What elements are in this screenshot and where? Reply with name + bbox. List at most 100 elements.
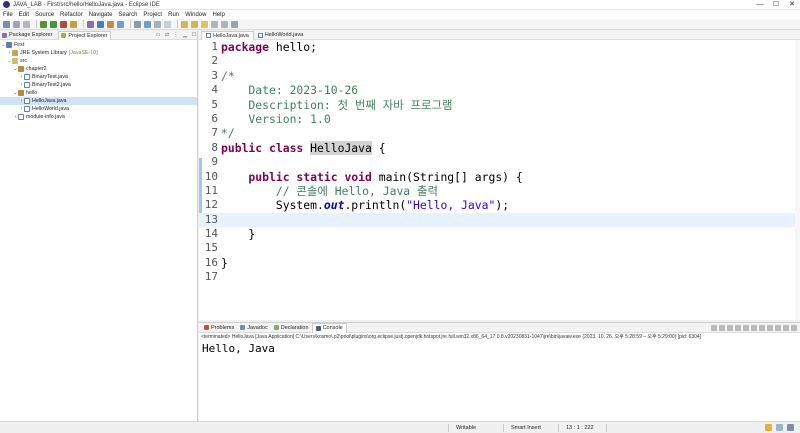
- status-insert-mode[interactable]: Smart Insert: [511, 425, 541, 431]
- maximize-view-icon[interactable]: ☐: [191, 32, 197, 38]
- show-whitespace-icon[interactable]: [164, 20, 171, 28]
- link-editor-icon[interactable]: ⇄: [164, 32, 170, 38]
- menu-search[interactable]: Search: [118, 12, 137, 18]
- tree-item-binarytest2[interactable]: › BinaryTest2.java: [0, 81, 197, 89]
- editor-scrollbar[interactable]: [795, 40, 800, 320]
- remove-launch-icon[interactable]: [719, 324, 725, 331]
- status-cursor-position[interactable]: 13 : 1 : 222: [566, 425, 594, 431]
- block-select-icon[interactable]: [154, 20, 161, 28]
- code-line: 5 Description: 첫 번째 자바 프로그램: [199, 98, 795, 112]
- scroll-lock-icon[interactable]: [743, 324, 749, 331]
- notifications-icon[interactable]: [776, 424, 783, 431]
- word-wrap-icon[interactable]: [751, 324, 757, 331]
- clear-console-icon[interactable]: [735, 324, 741, 331]
- code-line: 4 Date: 2023-10-26: [199, 83, 795, 97]
- run-icon[interactable]: [50, 20, 57, 28]
- maximize-view-icon[interactable]: [791, 324, 797, 331]
- java-file-icon: [24, 106, 30, 112]
- next-annotation-icon[interactable]: [181, 20, 188, 28]
- save-all-icon[interactable]: [23, 20, 30, 28]
- remove-all-icon[interactable]: [727, 324, 733, 331]
- menu-help[interactable]: Help: [212, 12, 224, 18]
- tab-label: HelloJava.java: [213, 32, 249, 39]
- window-controls: — ☐ ✕: [752, 0, 800, 10]
- editor-tab-helloworld[interactable]: HelloWorld.java: [254, 31, 307, 40]
- tip-icon[interactable]: [765, 424, 772, 431]
- code-string: "Hello, Java": [406, 198, 496, 213]
- code-token: }: [221, 227, 256, 242]
- code-line: 17: [199, 270, 795, 284]
- java-file-icon: [24, 74, 30, 80]
- terminate-icon[interactable]: [711, 324, 717, 331]
- toolbar-separator: [83, 20, 84, 28]
- tab-label: Javadoc: [247, 324, 268, 331]
- menu-project[interactable]: Project: [143, 12, 162, 18]
- minimize-button[interactable]: —: [752, 0, 768, 10]
- tab-console[interactable]: Console: [311, 322, 347, 333]
- tab-javadoc[interactable]: Javadoc: [237, 323, 271, 333]
- tab-label: Project Explorer: [68, 32, 108, 39]
- main-toolbar: [0, 19, 800, 30]
- tree-item-hellojava[interactable]: › HelloJava.java: [0, 97, 197, 105]
- tab-project-explorer[interactable]: Project Explorer: [58, 30, 111, 40]
- minimize-view-icon[interactable]: [783, 324, 789, 331]
- tree-item-hello[interactable]: ⌄ hello: [0, 89, 197, 97]
- new-java-package-icon[interactable]: [87, 20, 94, 28]
- external-tools-icon[interactable]: [70, 20, 77, 28]
- close-button[interactable]: ✕: [784, 0, 800, 10]
- window-title: JAVA_LAB - First/src/hello/HelloJava.jav…: [13, 1, 160, 8]
- library-icon: [12, 50, 18, 56]
- tab-package-explorer[interactable]: Package Explorer: [2, 32, 52, 38]
- tree-item-helloworld[interactable]: › HelloWorld.java: [0, 105, 197, 113]
- toggle-mark-icon[interactable]: [134, 20, 141, 28]
- back-icon[interactable]: [211, 20, 218, 28]
- code-comment: // 콘솔에 Hello, Java 출력: [221, 183, 438, 198]
- new-icon[interactable]: [3, 20, 10, 28]
- menu-window[interactable]: Window: [185, 12, 206, 18]
- tree-item-jre[interactable]: › JRE System Library [JavaSE-10]: [0, 49, 197, 57]
- display-console-icon[interactable]: [767, 324, 773, 331]
- prev-annotation-icon[interactable]: [191, 20, 198, 28]
- menu-refactor[interactable]: Refactor: [60, 12, 83, 18]
- last-edit-icon[interactable]: [201, 20, 208, 28]
- tab-problems[interactable]: Problems: [201, 323, 237, 333]
- menu-navigate[interactable]: Navigate: [89, 12, 113, 18]
- tree-item-binarytest[interactable]: › BinaryTest.java: [0, 73, 197, 81]
- menu-edit[interactable]: Edit: [19, 12, 29, 18]
- new-java-class-icon[interactable]: [97, 20, 104, 28]
- open-type-icon[interactable]: [107, 20, 114, 28]
- open-console-icon[interactable]: [775, 324, 781, 331]
- line-number: 10: [204, 169, 218, 183]
- debug-icon[interactable]: [40, 20, 47, 28]
- code-editor[interactable]: 1 package hello; 2 3/* 4 Date: 2023-10-26…: [199, 40, 800, 320]
- tree-item-first[interactable]: ⌄ First: [0, 41, 197, 49]
- coverage-icon[interactable]: [60, 20, 67, 28]
- menu-file[interactable]: File: [3, 12, 13, 18]
- save-icon[interactable]: [13, 20, 20, 28]
- menu-source[interactable]: Source: [35, 12, 54, 18]
- search-icon[interactable]: [117, 20, 124, 28]
- pin-console-icon[interactable]: [759, 324, 765, 331]
- tab-label: Console: [322, 325, 343, 331]
- collapse-all-icon[interactable]: ▭: [155, 32, 161, 38]
- line-number: 14: [204, 227, 218, 241]
- tree-item-src[interactable]: ⌄ src: [0, 57, 197, 65]
- highlight-icon[interactable]: [144, 20, 151, 28]
- pin-icon[interactable]: [231, 20, 238, 28]
- minimize-view-icon[interactable]: ▁: [182, 32, 188, 38]
- tree-item-module-info[interactable]: › module-info.java: [0, 113, 197, 121]
- forward-icon[interactable]: [221, 20, 228, 28]
- menu-run[interactable]: Run: [168, 12, 179, 18]
- editor-tab-hellojava[interactable]: HelloJava.java: [201, 30, 254, 40]
- java-file-icon: [257, 32, 263, 38]
- maximize-button[interactable]: ☐: [768, 0, 784, 10]
- code-token: public static void: [221, 169, 372, 184]
- source-code[interactable]: 1 package hello; 2 3/* 4 Date: 2023-10-26…: [199, 40, 795, 285]
- tree-item-chapter2[interactable]: ⌄ chapter2: [0, 65, 197, 73]
- code-token: .println(: [344, 198, 407, 213]
- console-output[interactable]: Hello, Java: [199, 341, 800, 355]
- current-line: 13: [199, 212, 795, 228]
- settings-icon[interactable]: [787, 424, 794, 431]
- tab-declaration[interactable]: Declaration: [271, 323, 312, 333]
- filter-icon[interactable]: ⋮: [173, 32, 179, 38]
